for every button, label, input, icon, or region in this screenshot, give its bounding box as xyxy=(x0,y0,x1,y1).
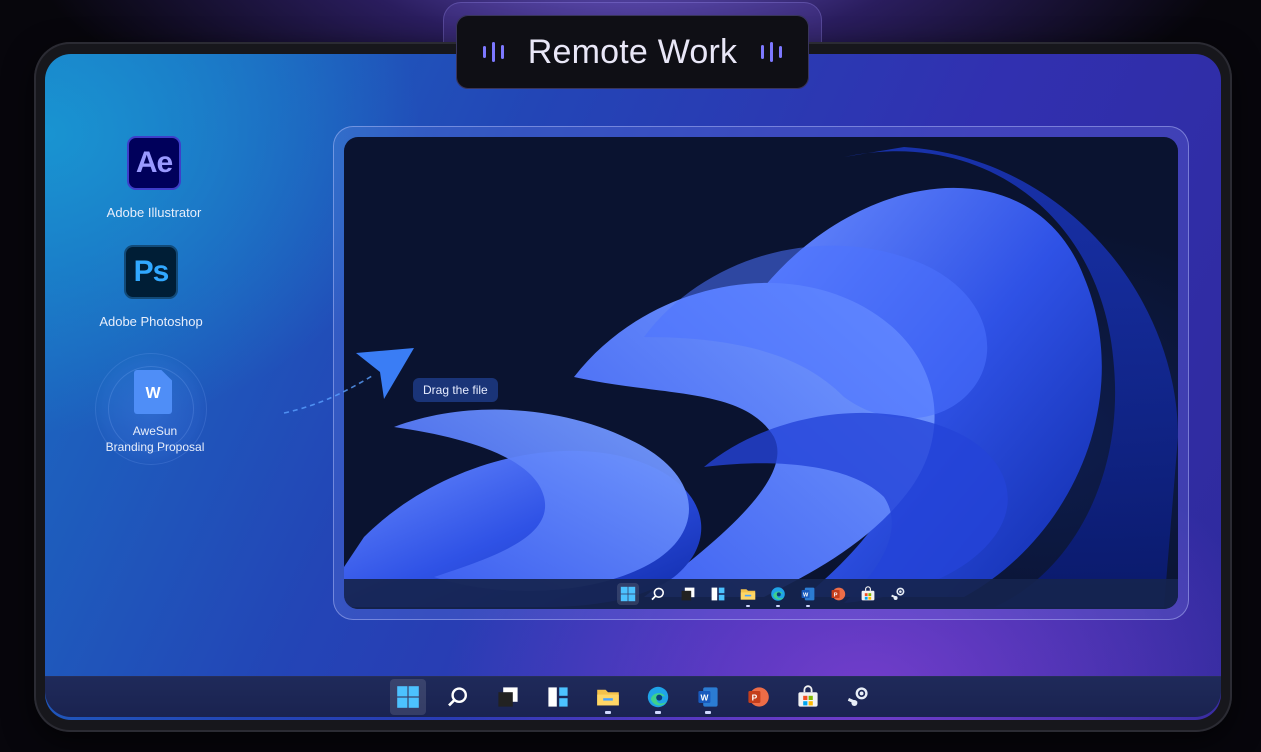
running-indicator xyxy=(605,711,611,714)
taskbar-item-word[interactable]: W xyxy=(690,679,726,715)
steam-icon xyxy=(846,685,870,709)
search-icon xyxy=(650,586,666,602)
edge-icon xyxy=(646,685,670,709)
desktop-icon-label: Adobe Photoshop xyxy=(99,314,203,329)
remote-taskbar: WP xyxy=(344,579,1178,609)
file-explorer-icon xyxy=(596,685,620,709)
windows-start-icon xyxy=(396,685,420,709)
edge-icon xyxy=(770,586,786,602)
after-effects-icon: Ae xyxy=(127,136,181,190)
drag-hint-label: Drag the file xyxy=(413,378,498,402)
taskbar-item-windows-start[interactable] xyxy=(390,679,426,715)
search-icon xyxy=(446,685,470,709)
taskbar-item-powerpoint[interactable]: P xyxy=(827,583,849,605)
running-indicator xyxy=(655,711,661,714)
desktop-icon-label: Adobe Illustrator xyxy=(106,205,202,220)
file-explorer-icon xyxy=(740,586,756,602)
running-indicator xyxy=(746,605,750,607)
taskbar-item-word[interactable]: W xyxy=(797,583,819,607)
photoshop-icon: Ps xyxy=(124,245,178,299)
svg-text:W: W xyxy=(700,693,708,703)
powerpoint-icon: P xyxy=(746,685,770,709)
taskbar-item-powerpoint[interactable]: P xyxy=(740,679,776,715)
page-title: Remote Work xyxy=(527,32,738,71)
taskbar-item-windows-start[interactable] xyxy=(617,583,639,605)
doc-label-line2: Branding Proposal xyxy=(105,440,205,454)
steam-icon xyxy=(890,586,906,602)
desktop-icon-label: AweSun Branding Proposal xyxy=(95,423,215,455)
audio-bars-icon xyxy=(761,42,783,62)
title-pill: Remote Work xyxy=(456,15,809,89)
svg-text:W: W xyxy=(803,592,809,598)
running-indicator xyxy=(776,605,780,607)
taskbar-item-widgets[interactable] xyxy=(540,679,576,715)
taskbar-item-edge[interactable] xyxy=(767,583,789,607)
store-icon xyxy=(796,685,820,709)
word-icon: W xyxy=(696,685,720,709)
running-indicator xyxy=(806,605,810,607)
remote-desktop-window[interactable]: WP xyxy=(344,137,1178,609)
widgets-icon xyxy=(710,586,726,602)
windows-start-icon xyxy=(620,586,636,602)
taskbar-item-task-view[interactable] xyxy=(490,679,526,715)
word-document-icon[interactable]: W xyxy=(134,370,172,414)
taskbar-item-steam[interactable] xyxy=(887,583,909,605)
host-taskbar: WP xyxy=(45,676,1221,717)
svg-text:P: P xyxy=(834,592,838,598)
running-indicator xyxy=(705,711,711,714)
taskbar-item-widgets[interactable] xyxy=(707,583,729,605)
audio-bars-icon xyxy=(482,42,504,62)
desktop-icon-photoshop[interactable]: Ps Adobe Photoshop xyxy=(92,245,210,329)
task-view-icon xyxy=(496,685,520,709)
powerpoint-icon: P xyxy=(830,586,846,602)
widgets-icon xyxy=(546,685,570,709)
windows-bloom-wallpaper xyxy=(344,147,1178,607)
taskbar-item-steam[interactable] xyxy=(840,679,876,715)
taskbar-item-search[interactable] xyxy=(440,679,476,715)
doc-label-line1: AweSun xyxy=(132,424,178,438)
taskbar-item-file-explorer[interactable] xyxy=(590,679,626,715)
taskbar-item-task-view[interactable] xyxy=(677,583,699,605)
taskbar-item-file-explorer[interactable] xyxy=(737,583,759,607)
store-icon xyxy=(860,586,876,602)
taskbar-item-search[interactable] xyxy=(647,583,669,605)
desktop-icon-illustrator[interactable]: Ae Adobe Illustrator xyxy=(97,136,211,220)
word-icon: W xyxy=(800,586,816,602)
taskbar-item-store[interactable] xyxy=(790,679,826,715)
svg-text:P: P xyxy=(752,693,758,703)
task-view-icon xyxy=(680,586,696,602)
taskbar-item-edge[interactable] xyxy=(640,679,676,715)
taskbar-item-store[interactable] xyxy=(857,583,879,605)
